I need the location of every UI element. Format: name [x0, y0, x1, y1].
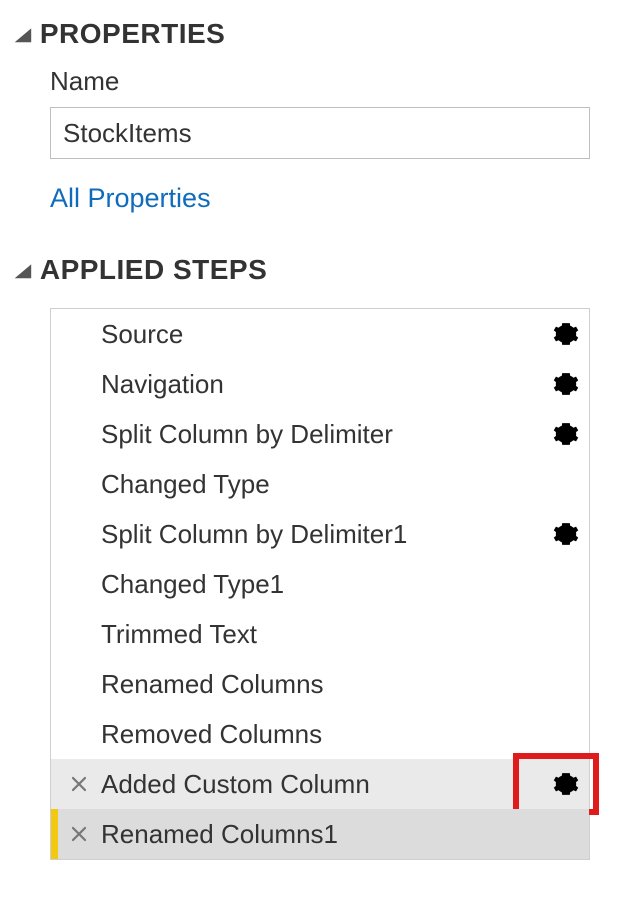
- step-label: Added Custom Column: [101, 769, 370, 800]
- properties-title: PROPERTIES: [40, 18, 225, 50]
- collapse-icon: ◢: [15, 25, 32, 43]
- gear-icon: [553, 321, 579, 347]
- applied-steps-title: APPLIED STEPS: [40, 254, 267, 286]
- step-settings-button[interactable]: [551, 319, 581, 349]
- step-label: Renamed Columns1: [101, 819, 338, 850]
- query-settings-panel: ◢ PROPERTIES Name All Properties ◢ APPLI…: [0, 0, 620, 876]
- step-label: Split Column by Delimiter1: [101, 519, 407, 550]
- applied-step-row[interactable]: Changed Type1: [51, 559, 589, 609]
- step-label: Navigation: [101, 369, 224, 400]
- applied-step-row[interactable]: Added Custom Column: [51, 759, 589, 809]
- gear-icon: [553, 771, 579, 797]
- step-settings-button[interactable]: [551, 369, 581, 399]
- applied-steps-list: Source Navigation Split Column by Delimite…: [50, 308, 590, 860]
- applied-step-row[interactable]: Renamed Columns1: [51, 809, 589, 859]
- step-label: Removed Columns: [101, 719, 322, 750]
- gear-icon: [553, 371, 579, 397]
- step-label: Source: [101, 319, 183, 350]
- applied-step-row[interactable]: Split Column by Delimiter: [51, 409, 589, 459]
- properties-section-header[interactable]: ◢ PROPERTIES: [16, 12, 604, 62]
- applied-step-row[interactable]: Source: [51, 309, 589, 359]
- step-settings-button[interactable]: [551, 519, 581, 549]
- gear-icon: [553, 421, 579, 447]
- delete-step-icon[interactable]: [69, 774, 89, 794]
- applied-step-row[interactable]: Trimmed Text: [51, 609, 589, 659]
- step-label: Changed Type1: [101, 569, 284, 600]
- delete-step-icon[interactable]: [69, 824, 89, 844]
- name-label: Name: [16, 62, 604, 107]
- applied-steps-section-header[interactable]: ◢ APPLIED STEPS: [16, 214, 604, 298]
- step-label: Trimmed Text: [101, 619, 257, 650]
- applied-step-row[interactable]: Split Column by Delimiter1: [51, 509, 589, 559]
- all-properties-link[interactable]: All Properties: [50, 183, 211, 214]
- current-step-indicator: [51, 809, 58, 859]
- query-name-input[interactable]: [50, 107, 590, 159]
- applied-step-row[interactable]: Changed Type: [51, 459, 589, 509]
- collapse-icon: ◢: [15, 261, 32, 279]
- step-label: Changed Type: [101, 469, 270, 500]
- step-label: Split Column by Delimiter: [101, 419, 393, 450]
- applied-step-row[interactable]: Removed Columns: [51, 709, 589, 759]
- step-settings-button[interactable]: [551, 769, 581, 799]
- applied-step-row[interactable]: Renamed Columns: [51, 659, 589, 709]
- step-settings-button[interactable]: [551, 419, 581, 449]
- gear-icon: [553, 521, 579, 547]
- step-label: Renamed Columns: [101, 669, 324, 700]
- applied-step-row[interactable]: Navigation: [51, 359, 589, 409]
